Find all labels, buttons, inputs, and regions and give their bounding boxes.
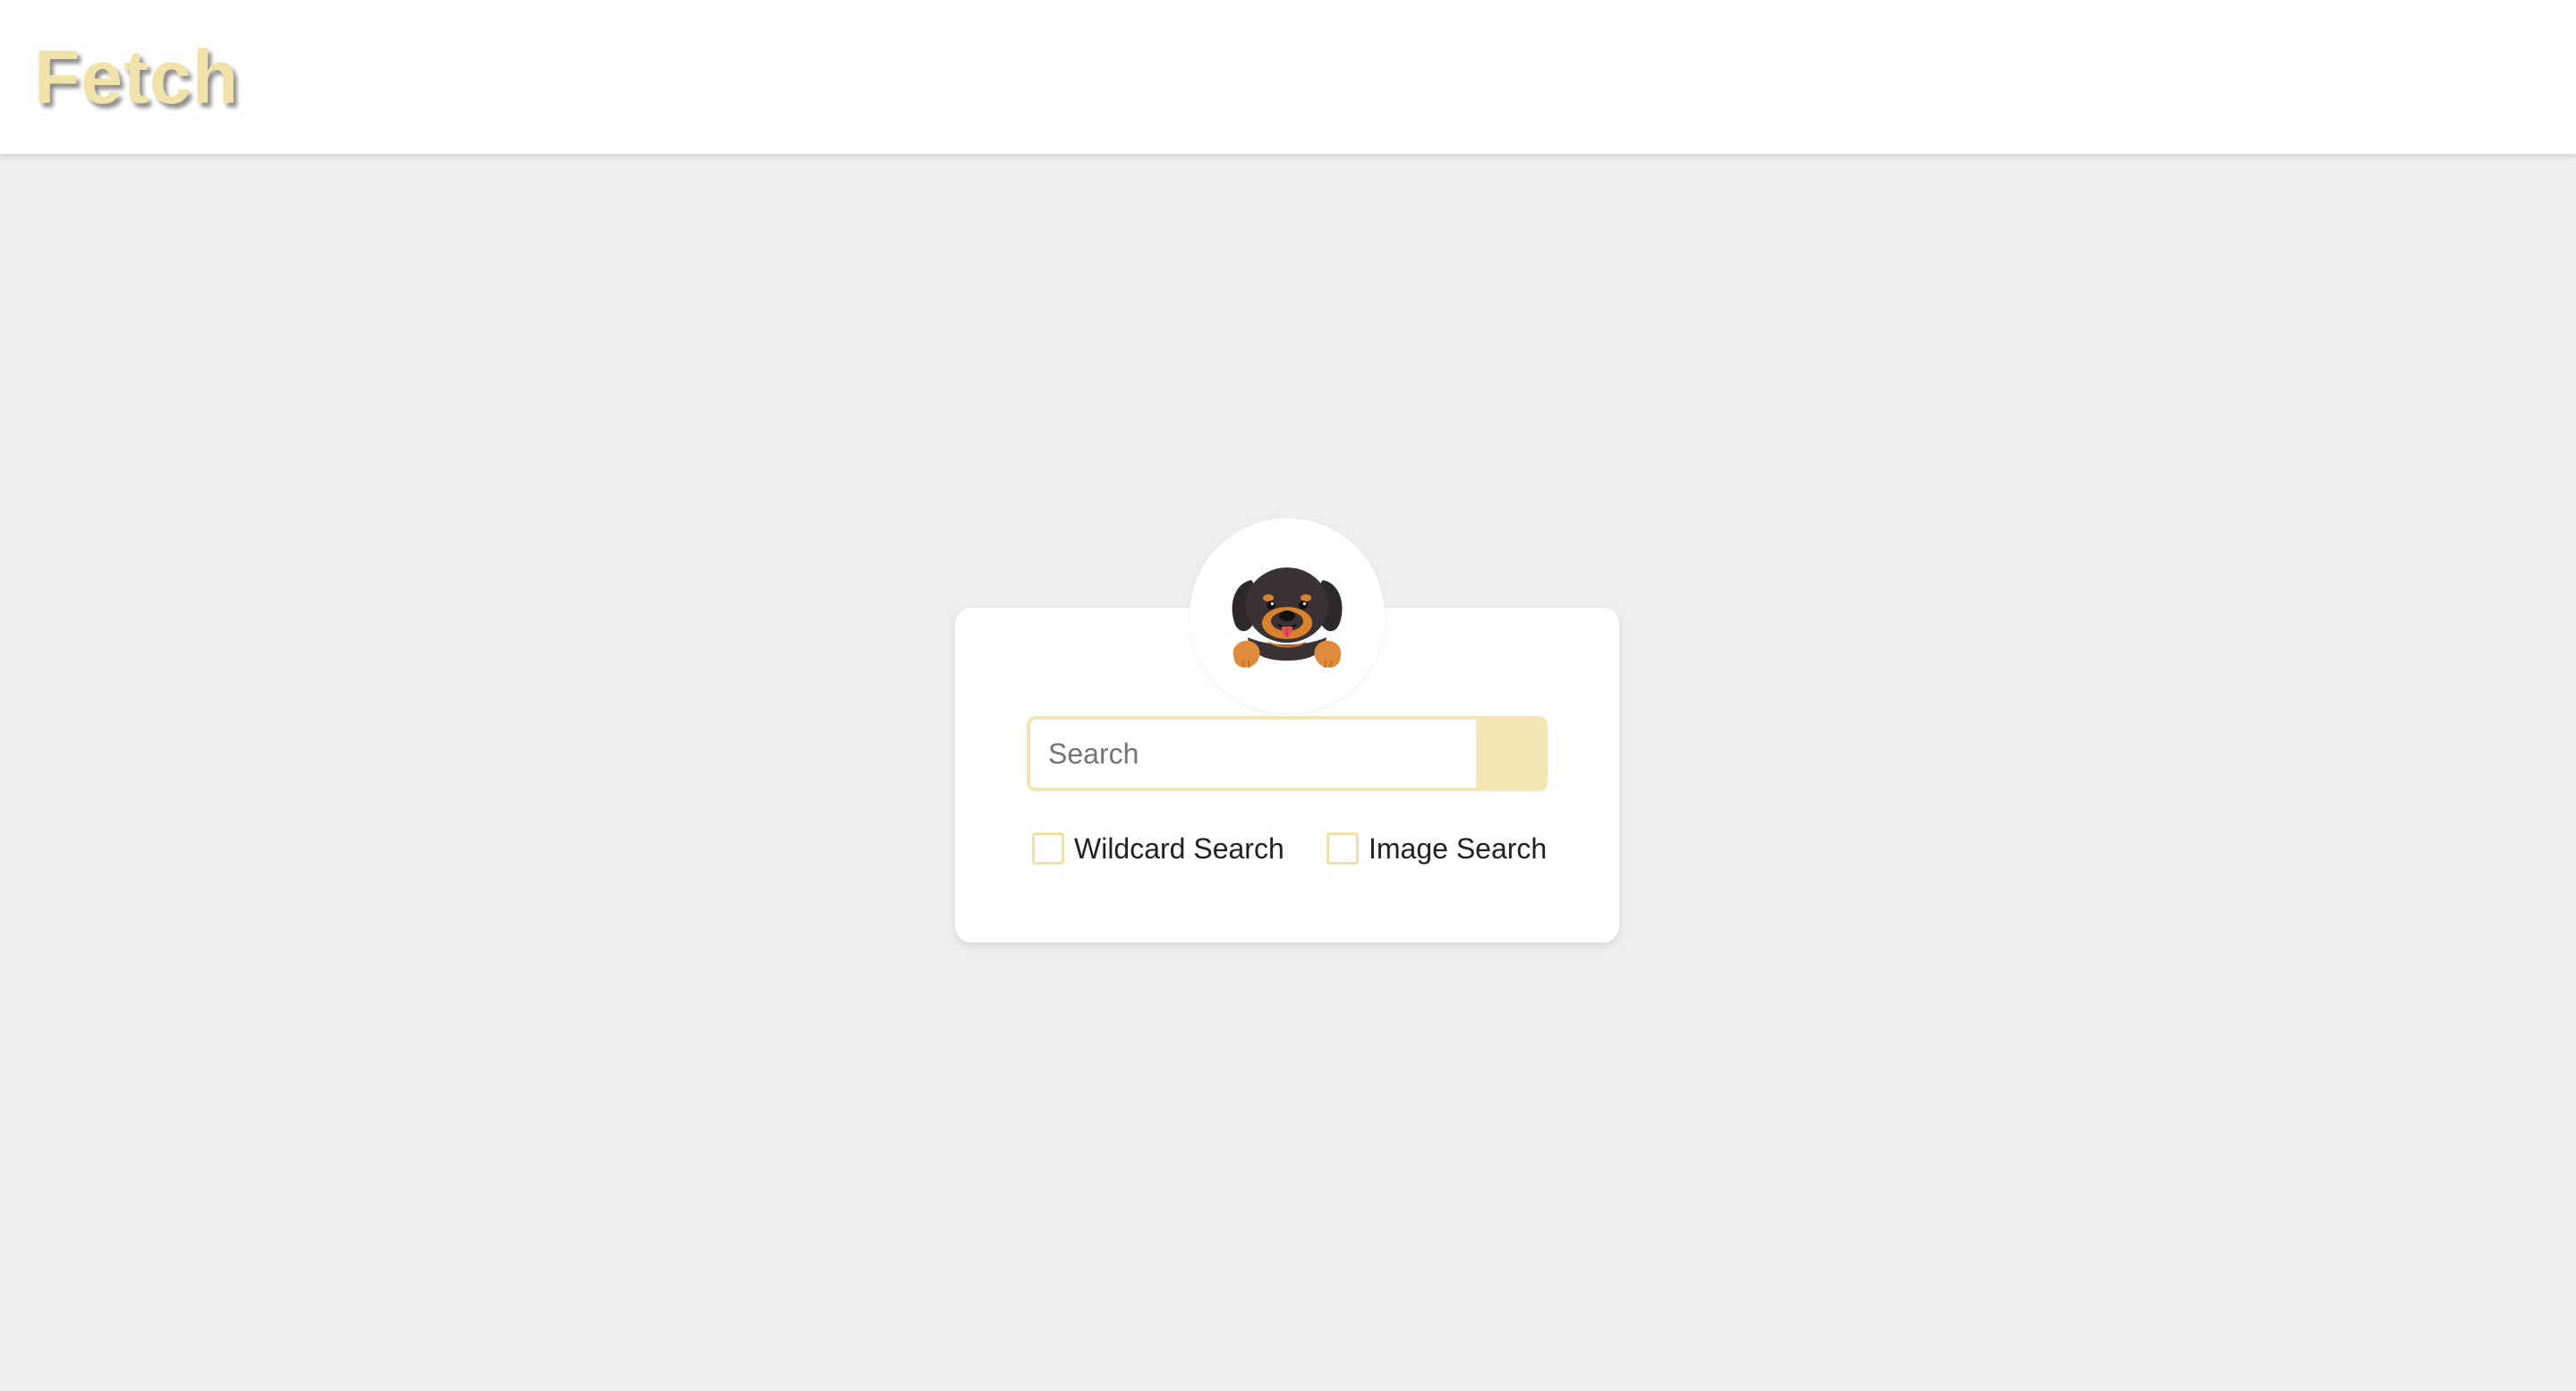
mascot-avatar	[1190, 518, 1385, 713]
dog-mascot-icon	[1232, 567, 1343, 669]
search-bar	[1027, 716, 1548, 791]
wildcard-search-option[interactable]: Wildcard Search	[1032, 831, 1284, 866]
search-button[interactable]	[1476, 720, 1544, 788]
logo[interactable]: Fetch	[34, 34, 239, 120]
image-search-checkbox[interactable]	[1326, 832, 1359, 865]
wildcard-search-checkbox[interactable]	[1032, 832, 1064, 865]
wildcard-search-label[interactable]: Wildcard Search	[1074, 832, 1284, 866]
image-search-option[interactable]: Image Search	[1326, 831, 1547, 866]
search-input[interactable]	[1030, 720, 1478, 788]
image-search-label[interactable]: Image Search	[1369, 832, 1547, 866]
top-bar: Fetch	[0, 0, 2576, 154]
